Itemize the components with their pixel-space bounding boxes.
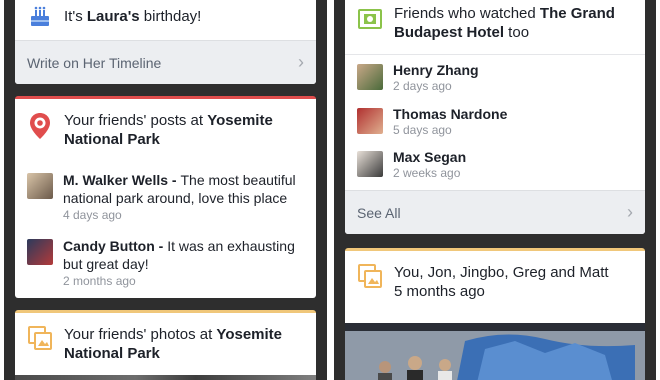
avatar[interactable] [27, 239, 53, 265]
chevron-right-icon: › [627, 202, 633, 222]
group-photo[interactable] [345, 323, 645, 380]
friend-item[interactable]: Thomas Nardone 5 days ago [357, 106, 633, 138]
friend-item[interactable]: Henry Zhang 2 days ago [357, 62, 633, 94]
photos-icon [357, 263, 383, 289]
left-phone-feed: It's Laura's birthday! Write on Her Time… [4, 0, 327, 380]
location-pin-icon [27, 111, 53, 141]
friend-item[interactable]: Max Segan 2 weeks ago [357, 149, 633, 181]
memory-title: You, Jon, Jingbo, Greg and Matt [394, 264, 609, 281]
friends-posts-card: Your friends' posts at Yosemite National… [15, 96, 316, 298]
avatar[interactable] [357, 108, 383, 134]
movie-icon [357, 6, 383, 32]
birthday-cake-icon [27, 4, 53, 30]
posts-title: Your friends' posts at Yosemite National… [64, 112, 273, 148]
avatar[interactable] [357, 151, 383, 177]
post-item[interactable]: M. Walker Wells - The most beautiful nat… [27, 171, 304, 223]
friends-watched-card: Friends who watched The Grand Budapest H… [345, 0, 645, 234]
memory-card: You, Jon, Jingbo, Greg and Matt 5 months… [345, 248, 645, 380]
memory-time: 5 months ago [394, 283, 485, 300]
divider [345, 54, 645, 55]
write-on-timeline-button[interactable]: Write on Her Timeline › [15, 40, 316, 84]
avatar[interactable] [27, 173, 53, 199]
watched-title: Friends who watched The Grand Budapest H… [394, 5, 615, 41]
chevron-right-icon: › [298, 52, 304, 72]
photo-thumbnails[interactable] [15, 375, 316, 380]
birthday-card: It's Laura's birthday! Write on Her Time… [15, 0, 316, 84]
see-all-button[interactable]: See All › [345, 190, 645, 234]
birthday-title: It's Laura's birthday! [64, 8, 202, 25]
post-item[interactable]: Candy Button - It was an exhausting but … [27, 237, 304, 289]
photos-icon [27, 325, 53, 351]
photos-title: Your friends' photos at Yosemite Nationa… [64, 326, 283, 362]
right-phone-feed: Friends who watched The Grand Budapest H… [334, 0, 656, 380]
friends-photos-card: Your friends' photos at Yosemite Nationa… [15, 310, 316, 380]
avatar[interactable] [357, 64, 383, 90]
